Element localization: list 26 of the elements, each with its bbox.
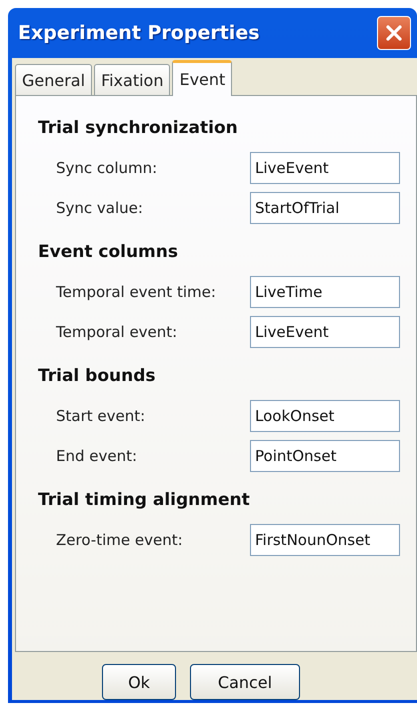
input-field[interactable]: StartOfTrial xyxy=(250,192,400,224)
field-label: Temporal event: xyxy=(56,323,178,341)
field-label: Sync value: xyxy=(56,199,144,217)
section-heading: Event columns xyxy=(38,242,179,262)
input-field[interactable]: LiveTime xyxy=(250,276,400,308)
input-field[interactable]: LookOnset xyxy=(250,400,400,432)
section-heading: Trial timing alignment xyxy=(38,490,251,510)
section-heading: Trial bounds xyxy=(38,366,156,386)
field-label: Sync column: xyxy=(56,159,158,177)
input-field[interactable]: LiveEvent xyxy=(250,152,400,184)
window-title: Experiment Properties xyxy=(18,22,260,44)
field-label: Zero-time event: xyxy=(56,531,184,549)
field-label: Temporal event time: xyxy=(56,283,217,301)
tab[interactable]: General xyxy=(15,64,92,95)
tab[interactable]: Fixation xyxy=(94,64,170,95)
dialog-button[interactable]: Cancel xyxy=(190,664,300,700)
input-field[interactable]: PointOnset xyxy=(250,440,400,472)
close-button[interactable] xyxy=(377,16,411,50)
tab[interactable]: Event xyxy=(172,60,232,96)
field-label: End event: xyxy=(56,447,138,465)
input-field[interactable]: LiveEvent xyxy=(250,316,400,348)
section-heading: Trial synchronization xyxy=(38,118,239,138)
field-label: Start event: xyxy=(56,407,146,425)
input-field[interactable]: FirstNounOnset xyxy=(250,524,400,556)
dialog-button[interactable]: Ok xyxy=(102,664,176,700)
close-icon xyxy=(384,23,404,43)
